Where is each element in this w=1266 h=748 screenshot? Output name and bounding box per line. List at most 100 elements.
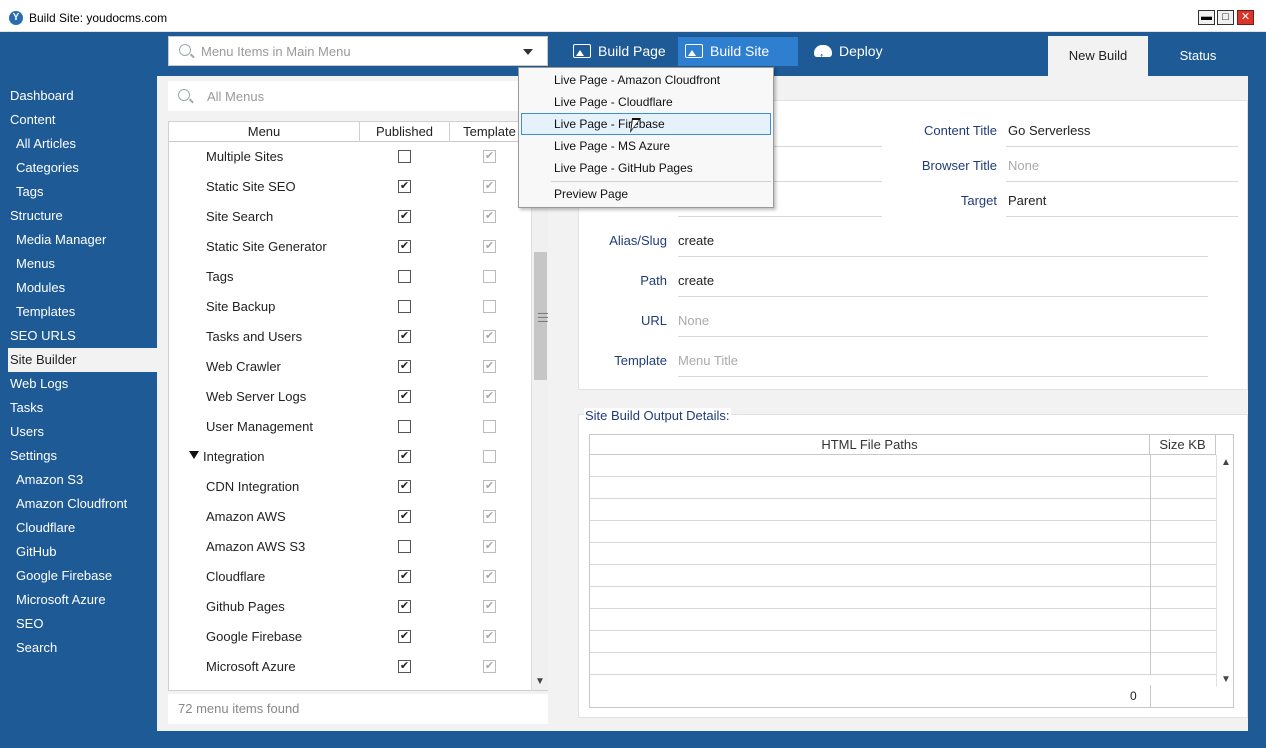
sidebar-item-all-articles[interactable]: All Articles — [8, 132, 157, 156]
published-checkbox[interactable] — [398, 300, 411, 313]
column-header-html-file-paths[interactable]: HTML File Paths — [590, 435, 1150, 455]
menu-item-preview-page[interactable]: Preview Page — [521, 183, 771, 205]
table-row[interactable]: Static Site Generator ✔ ✔ — [169, 232, 531, 262]
published-checkbox[interactable]: ✔ — [398, 510, 411, 523]
build-page-button[interactable]: Build Page — [573, 37, 673, 66]
table-row[interactable]: Amazon AWS ✔ ✔ — [169, 502, 531, 532]
sidebar-item-site-builder[interactable]: Site Builder — [8, 348, 157, 372]
table-row[interactable]: User Management — [169, 412, 531, 442]
published-checkbox[interactable]: ✔ — [398, 600, 411, 613]
sidebar-item-settings[interactable]: Settings — [8, 444, 157, 468]
published-checkbox[interactable] — [398, 540, 411, 553]
template-checkbox[interactable]: ✔ — [483, 390, 496, 403]
table-row[interactable]: Web Server Logs ✔ ✔ — [169, 382, 531, 412]
published-checkbox[interactable]: ✔ — [398, 450, 411, 463]
chevron-down-icon[interactable] — [523, 49, 533, 55]
column-header-menu[interactable]: Menu — [169, 122, 360, 142]
content-title-value[interactable]: Go Serverless — [1008, 123, 1090, 138]
template-checkbox[interactable] — [483, 420, 496, 433]
template-checkbox[interactable]: ✔ — [483, 630, 496, 643]
menu-item-live-page-github-pages[interactable]: Live Page - GitHub Pages — [521, 157, 771, 179]
menus-search-input[interactable]: All Menus — [168, 81, 548, 111]
published-checkbox[interactable]: ✔ — [398, 660, 411, 673]
target-value[interactable]: Parent — [1008, 193, 1046, 208]
sidebar-item-search[interactable]: Search — [8, 636, 157, 660]
url-value[interactable]: None — [678, 313, 709, 328]
table-row[interactable]: Site Backup — [169, 292, 531, 322]
table-row[interactable]: Amazon AWS S3 ✔ — [169, 532, 531, 562]
table-row[interactable]: Cloudflare ✔ ✔ — [169, 562, 531, 592]
sidebar-item-web-logs[interactable]: Web Logs — [8, 372, 157, 396]
sidebar-item-tags[interactable]: Tags — [8, 180, 157, 204]
tab-status[interactable]: Status — [1148, 36, 1248, 76]
published-checkbox[interactable]: ✔ — [398, 630, 411, 643]
template-checkbox[interactable]: ✔ — [483, 540, 496, 553]
published-checkbox[interactable] — [398, 150, 411, 163]
menu-item-live-page-cloudflare[interactable]: Live Page - Cloudflare — [521, 91, 771, 113]
template-checkbox[interactable]: ✔ — [483, 510, 496, 523]
sidebar-item-categories[interactable]: Categories — [8, 156, 157, 180]
sidebar-item-amazon-s3[interactable]: Amazon S3 — [8, 468, 157, 492]
tab-new-build[interactable]: New Build — [1048, 36, 1148, 76]
template-checkbox[interactable]: ✔ — [483, 360, 496, 373]
browser-title-value[interactable]: None — [1008, 158, 1039, 173]
sidebar-item-menus[interactable]: Menus — [8, 252, 157, 276]
published-checkbox[interactable]: ✔ — [398, 210, 411, 223]
template-checkbox[interactable]: ✔ — [483, 570, 496, 583]
sidebar-item-google-firebase[interactable]: Google Firebase — [8, 564, 157, 588]
template-checkbox[interactable] — [483, 300, 496, 313]
published-checkbox[interactable]: ✔ — [398, 390, 411, 403]
published-checkbox[interactable]: ✔ — [398, 570, 411, 583]
template-checkbox[interactable]: ✔ — [483, 660, 496, 673]
menu-item-live-page-amazon-cloudfront[interactable]: Live Page - Amazon Cloudfront — [521, 69, 771, 91]
sidebar-item-dashboard[interactable]: Dashboard — [8, 84, 157, 108]
column-header-size-kb[interactable]: Size KB — [1150, 435, 1216, 455]
output-table-scrollbar[interactable]: ▲ ▼ — [1216, 455, 1233, 687]
table-row[interactable]: Site Search ✔ ✔ — [169, 202, 531, 232]
template-checkbox[interactable] — [483, 270, 496, 283]
sidebar-item-tasks[interactable]: Tasks — [8, 396, 157, 420]
template-value[interactable]: Menu Title — [678, 353, 738, 368]
template-checkbox[interactable]: ✔ — [483, 240, 496, 253]
sidebar-item-seo-urls[interactable]: SEO URLS — [8, 324, 157, 348]
published-checkbox[interactable]: ✔ — [398, 240, 411, 253]
expand-triangle-icon[interactable] — [189, 451, 199, 459]
template-checkbox[interactable]: ✔ — [483, 210, 496, 223]
sidebar-item-amazon-cloudfront[interactable]: Amazon Cloudfront — [8, 492, 157, 516]
close-button[interactable]: ✕ — [1237, 10, 1254, 25]
published-checkbox[interactable]: ✔ — [398, 360, 411, 373]
template-checkbox[interactable] — [483, 450, 496, 463]
menu-grid-scrollbar[interactable]: — — — ▼ — [531, 142, 548, 690]
menu-selector-dropdown[interactable]: Menu Items in Main Menu — [168, 36, 548, 66]
sidebar-item-structure[interactable]: Structure — [8, 204, 157, 228]
sidebar-item-cloudflare[interactable]: Cloudflare — [8, 516, 157, 540]
deploy-button[interactable]: Deploy — [814, 37, 904, 72]
scroll-down-arrow[interactable]: ▼ — [535, 676, 545, 687]
template-checkbox[interactable]: ✔ — [483, 180, 496, 193]
template-checkbox[interactable]: ✔ — [483, 480, 496, 493]
published-checkbox[interactable] — [398, 420, 411, 433]
published-checkbox[interactable]: ✔ — [398, 480, 411, 493]
table-row[interactable]: Multiple Sites ✔ — [169, 142, 531, 172]
template-checkbox[interactable]: ✔ — [483, 330, 496, 343]
sidebar-item-seo[interactable]: SEO — [8, 612, 157, 636]
scrollbar-thumb[interactable]: — — — — [534, 252, 548, 380]
table-row[interactable]: Github Pages ✔ ✔ — [169, 592, 531, 622]
sidebar-item-templates[interactable]: Templates — [8, 300, 157, 324]
template-checkbox[interactable]: ✔ — [483, 600, 496, 613]
column-header-published[interactable]: Published — [360, 122, 450, 142]
menu-item-live-page-firebase[interactable]: Live Page - Firebase — [521, 113, 771, 135]
sidebar-item-media-manager[interactable]: Media Manager — [8, 228, 157, 252]
table-row[interactable]: Google Firebase ✔ ✔ — [169, 622, 531, 652]
published-checkbox[interactable] — [398, 270, 411, 283]
table-row[interactable]: Integration ✔ — [169, 442, 531, 472]
maximize-button[interactable]: □ — [1217, 10, 1234, 25]
sidebar-item-github[interactable]: GitHub — [8, 540, 157, 564]
scroll-down-arrow[interactable]: ▼ — [1221, 674, 1231, 685]
table-row[interactable]: Tags — [169, 262, 531, 292]
sidebar-item-modules[interactable]: Modules — [8, 276, 157, 300]
menu-item-live-page-ms-azure[interactable]: Live Page - MS Azure — [521, 135, 771, 157]
sidebar-item-content[interactable]: Content — [8, 108, 157, 132]
minimize-button[interactable]: ▬ — [1198, 10, 1215, 25]
sidebar-item-users[interactable]: Users — [8, 420, 157, 444]
